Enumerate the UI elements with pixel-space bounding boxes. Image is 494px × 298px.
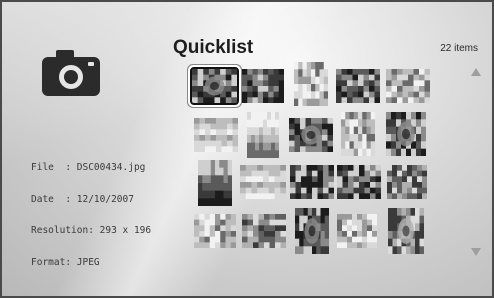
thumbnail-item[interactable]	[337, 214, 377, 248]
thumbnail-item[interactable]	[386, 69, 430, 103]
thumbnail-item[interactable]	[289, 118, 333, 152]
thumbnail-item[interactable]	[194, 214, 236, 248]
file-name-line: File : DSC00434.jpg	[31, 162, 146, 173]
thumbnail-item[interactable]	[240, 165, 286, 199]
thumbnail-item[interactable]	[295, 208, 329, 254]
thumbnail-item[interactable]	[337, 165, 381, 199]
file-resolution-line: Resolution: 293 x 196	[31, 225, 152, 236]
thumbnail-item[interactable]	[388, 208, 424, 254]
thumbnail-item[interactable]	[242, 214, 286, 248]
thumbnail-item[interactable]	[294, 62, 328, 106]
photo-browser-screen: File : DSC00434.jpg Date : 12/10/2007 Re…	[0, 0, 494, 298]
thumbnail-item[interactable]	[336, 69, 380, 103]
camera-icon	[42, 50, 100, 96]
page-title: Quicklist	[173, 37, 254, 58]
file-format-line: Format: JPEG	[31, 256, 100, 268]
file-info-panel: File : DSC00434.jpg Date : 12/10/2007 Re…	[31, 142, 151, 289]
thumbnail-item[interactable]	[290, 165, 334, 199]
thumbnail-item[interactable]	[387, 165, 427, 199]
thumbnail-item[interactable]	[341, 112, 375, 156]
scroll-up-arrow-icon[interactable]	[471, 68, 481, 76]
thumbnail-item[interactable]	[198, 160, 232, 206]
thumbnail-item[interactable]	[190, 67, 239, 105]
thumbnail-item[interactable]	[386, 112, 426, 156]
scroll-down-arrow-icon[interactable]	[471, 248, 481, 256]
file-date-line: Date : 12/10/2007	[31, 193, 134, 205]
thumbnail-item[interactable]	[194, 118, 238, 152]
item-count: 22 items	[440, 43, 478, 54]
thumbnail-item[interactable]	[247, 112, 279, 158]
thumbnail-item[interactable]	[242, 69, 284, 103]
